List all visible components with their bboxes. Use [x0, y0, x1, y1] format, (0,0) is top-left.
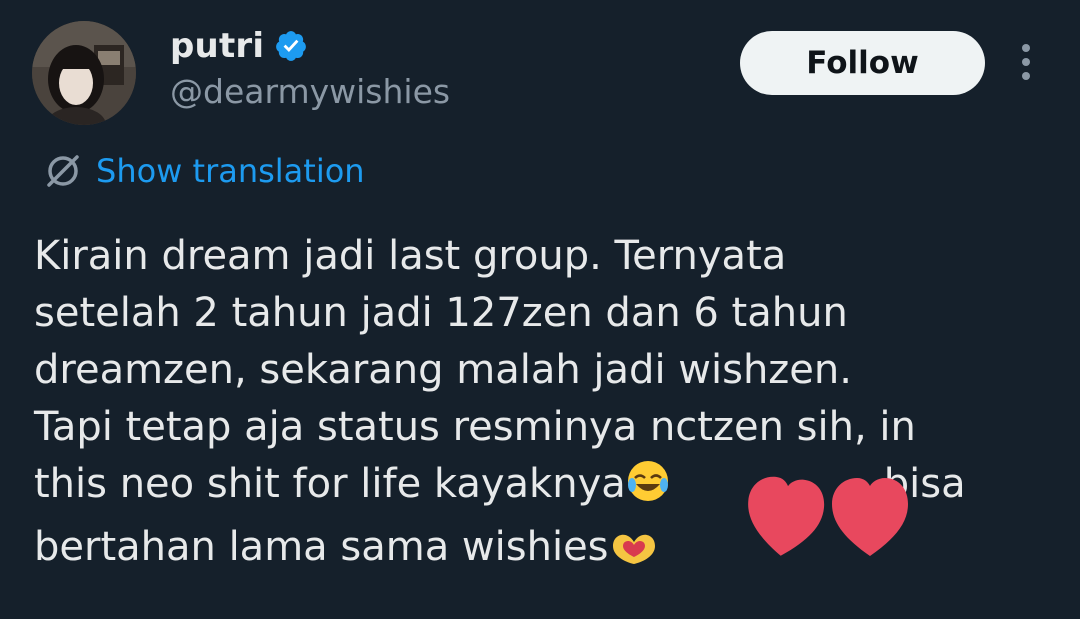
tweet-line-with-emoji: this neo shit for life kayaknya bisa — [34, 456, 1054, 519]
tweet-line-segment: bertahan lama sama wishies — [34, 524, 609, 570]
more-vertical-icon — [1022, 44, 1030, 80]
face-with-tears-of-joy-emoji-icon — [626, 459, 670, 519]
author-handle[interactable]: @dearmywishies — [170, 72, 450, 111]
author-name-row: putri — [170, 20, 308, 72]
tweet-line-with-emoji: bertahan lama sama wishies — [34, 519, 1054, 582]
more-options-button[interactable] — [1008, 40, 1044, 84]
tweet-line: Tapi tetap aja status resminya nctzen si… — [34, 404, 916, 450]
author-display-name[interactable]: putri — [170, 26, 264, 66]
follow-button[interactable]: Follow — [740, 31, 985, 95]
heart-hands-emoji-icon — [609, 525, 659, 582]
tweet-card: putri @dearmywishies Follow Show transla… — [0, 0, 1080, 619]
show-translation-label: Show translation — [96, 152, 365, 190]
tweet-line: Kirain dream jadi last group. Ternyata — [34, 233, 787, 279]
tweet-line-segment: this neo shit for life kayaknya — [34, 461, 626, 507]
verified-badge-icon — [274, 29, 308, 63]
avatar-photo — [32, 21, 136, 125]
tweet-line: setelah 2 tahun jadi 127zen dan 6 tahun — [34, 290, 848, 336]
tweet-text: Kirain dream jadi last group. Ternyata s… — [34, 228, 1054, 582]
translate-icon — [44, 152, 82, 190]
tweet-line-segment: bisa — [883, 461, 966, 507]
avatar[interactable] — [32, 21, 136, 125]
show-translation-link[interactable]: Show translation — [44, 148, 365, 194]
tweet-line: dreamzen, sekarang malah jadi wishzen. — [34, 347, 852, 393]
